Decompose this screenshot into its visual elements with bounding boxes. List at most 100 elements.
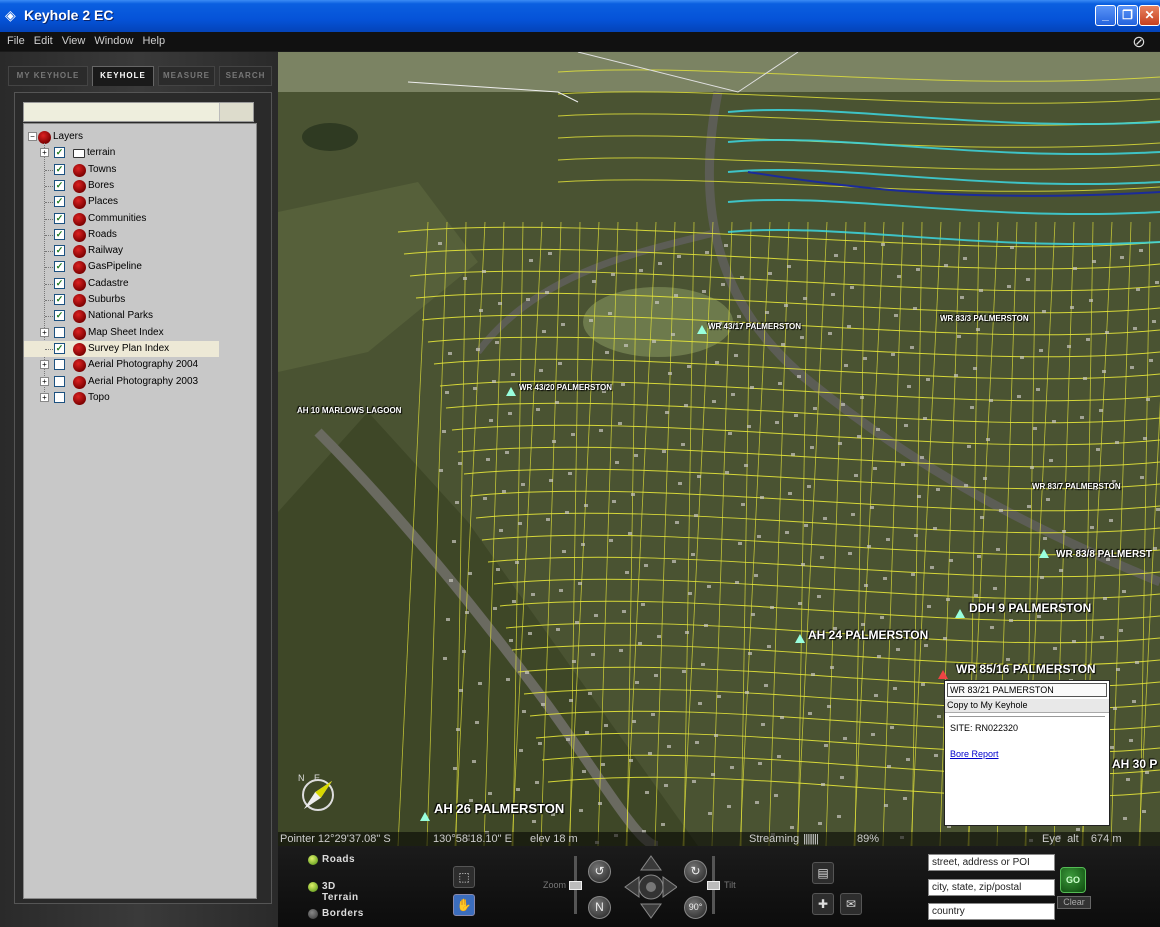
select-tool-icon[interactable]: ⬚ bbox=[453, 866, 475, 888]
layer-item-railway[interactable]: ✓ Railway bbox=[24, 243, 254, 259]
layer-item-gaspipeline[interactable]: ✓ GasPipeline bbox=[24, 259, 254, 275]
layer-item-terrain[interactable]: + ✓ terrain bbox=[24, 145, 254, 161]
bore-marker-icon[interactable] bbox=[1039, 549, 1049, 558]
layer-checkbox[interactable]: ✓ bbox=[54, 147, 65, 159]
selected-bore-marker-icon[interactable] bbox=[938, 670, 948, 679]
bore-report-link[interactable]: Bore Report bbox=[945, 733, 1109, 759]
layer-item-aerial-photography-2003[interactable]: + Aerial Photography 2003 bbox=[24, 374, 254, 390]
layer-item-communities[interactable]: ✓ Communities bbox=[24, 211, 254, 227]
layer-item-places[interactable]: ✓ Places bbox=[24, 194, 254, 210]
tab-keyhole[interactable]: KEYHOLE bbox=[92, 66, 154, 86]
map-label-ah-10[interactable]: AH 10 MARLOWS LAGOON bbox=[297, 406, 401, 415]
bore-marker-icon[interactable] bbox=[795, 634, 805, 643]
layer-checkbox[interactable] bbox=[54, 391, 65, 403]
layer-checkbox[interactable]: ✓ bbox=[54, 342, 65, 354]
restore-button[interactable]: ❐ bbox=[1117, 5, 1138, 26]
layer-item-national-parks[interactable]: ✓ National Parks bbox=[24, 308, 254, 324]
layer-checkbox[interactable]: ✓ bbox=[54, 212, 65, 224]
layer-search-button[interactable] bbox=[219, 103, 253, 121]
layer-search-input[interactable] bbox=[23, 102, 254, 122]
menu-window[interactable]: Window bbox=[89, 32, 137, 47]
address-input[interactable]: street, address or POI bbox=[928, 854, 1055, 871]
map-label-wr-43-17[interactable]: WR 43/17 PALMERSTON bbox=[708, 322, 801, 331]
building bbox=[658, 262, 662, 265]
layer-checkbox[interactable]: ✓ bbox=[54, 261, 65, 273]
rotate-right-icon[interactable]: ↻ bbox=[684, 860, 707, 883]
map-label-wr-83-7[interactable]: WR 83/7 PALMERSTON bbox=[1032, 482, 1121, 491]
city-input[interactable]: city, state, zip/postal bbox=[928, 879, 1055, 896]
layer-item-survey-plan-index[interactable]: ✓ Survey Plan Index bbox=[24, 340, 219, 357]
menu-file[interactable]: File bbox=[2, 32, 29, 47]
bore-marker-icon[interactable] bbox=[506, 387, 516, 396]
tilt-90-button[interactable]: 90° bbox=[684, 896, 707, 919]
layer-checkbox[interactable]: ✓ bbox=[54, 277, 65, 289]
expand-icon[interactable]: + bbox=[40, 392, 49, 402]
layer-item-suburbs[interactable]: ✓ Suburbs bbox=[24, 292, 254, 308]
layer-item-roads[interactable]: ✓ Roads bbox=[24, 227, 254, 243]
add-placemark-icon[interactable]: ✚ bbox=[812, 893, 834, 915]
layer-checkbox[interactable]: ✓ bbox=[54, 310, 65, 322]
expand-icon[interactable]: + bbox=[40, 376, 49, 386]
map-label-wr-83-8[interactable]: WR 83/8 PALMERST bbox=[1056, 549, 1152, 560]
building bbox=[545, 291, 549, 294]
minimize-button[interactable]: _ bbox=[1095, 5, 1116, 26]
copy-to-my-keyhole-button[interactable]: Copy to My Keyhole bbox=[945, 699, 1109, 713]
map-label-wr-83-3[interactable]: WR 83/3 PALMERSTON bbox=[940, 314, 1029, 323]
layer-checkbox[interactable] bbox=[54, 326, 65, 338]
layer-checkbox[interactable] bbox=[54, 359, 65, 371]
layer-checkbox[interactable]: ✓ bbox=[54, 245, 65, 257]
zoom-slider[interactable] bbox=[569, 856, 582, 914]
go-button[interactable]: GO bbox=[1060, 867, 1086, 893]
map-label-ah-24[interactable]: AH 24 PALMERSTON bbox=[808, 628, 928, 642]
expand-icon[interactable]: + bbox=[40, 327, 49, 337]
expand-icon[interactable]: + bbox=[40, 148, 49, 158]
layer-item-towns[interactable]: ✓ Towns bbox=[24, 162, 254, 178]
building bbox=[745, 691, 749, 694]
compass-icon[interactable]: N E bbox=[292, 769, 344, 821]
layer-item-bores[interactable]: ✓ Bores bbox=[24, 178, 254, 194]
map-view[interactable]: WR 43/17 PALMERSTON WR 83/3 PALMERSTON W… bbox=[278, 52, 1160, 846]
map-label-ah-30[interactable]: AH 30 P bbox=[1112, 757, 1157, 771]
navigation-pad[interactable] bbox=[623, 854, 677, 920]
tilt-slider-knob[interactable] bbox=[707, 881, 720, 890]
zoom-slider-knob[interactable] bbox=[569, 881, 582, 890]
menu-edit[interactable]: Edit bbox=[29, 32, 57, 47]
tilt-slider[interactable] bbox=[707, 856, 720, 914]
layer-item-topo[interactable]: + Topo bbox=[24, 390, 254, 406]
menu-help[interactable]: Help bbox=[137, 32, 169, 47]
layer-checkbox[interactable]: ✓ bbox=[54, 179, 65, 191]
reset-north-icon[interactable]: N bbox=[588, 896, 611, 919]
building bbox=[1073, 267, 1077, 270]
menu-view[interactable]: View bbox=[57, 32, 90, 47]
layer-checkbox[interactable]: ✓ bbox=[54, 163, 65, 175]
layer-item-cadastre[interactable]: ✓ Cadastre bbox=[24, 276, 254, 292]
print-icon[interactable]: ▤ bbox=[812, 862, 834, 884]
bore-marker-icon[interactable] bbox=[955, 609, 965, 618]
building bbox=[631, 493, 635, 496]
layer-checkbox[interactable]: ✓ bbox=[54, 228, 65, 240]
pan-hand-icon[interactable]: ✋ bbox=[453, 894, 475, 916]
bore-marker-icon[interactable] bbox=[697, 325, 707, 334]
clear-button[interactable]: Clear bbox=[1057, 896, 1091, 909]
map-label-wr-85-16[interactable]: WR 85/16 PALMERSTON bbox=[956, 662, 1096, 676]
country-input[interactable]: country bbox=[928, 903, 1055, 920]
email-icon[interactable]: ✉ bbox=[840, 893, 862, 915]
map-label-wr-43-20[interactable]: WR 43/20 PALMERSTON bbox=[519, 383, 612, 392]
layer-checkbox[interactable]: ✓ bbox=[54, 294, 65, 305]
layer-checkbox[interactable] bbox=[54, 375, 65, 387]
building bbox=[655, 301, 659, 304]
map-label-ah-26[interactable]: AH 26 PALMERSTON bbox=[434, 801, 564, 816]
tab-measure[interactable]: MEASURE bbox=[158, 66, 215, 86]
close-button[interactable]: ✕ bbox=[1139, 5, 1160, 26]
layer-item-aerial-photography-2004[interactable]: + Aerial Photography 2004 bbox=[24, 357, 254, 373]
rotate-left-icon[interactable]: ↺ bbox=[588, 860, 611, 883]
map-label-ddh-9[interactable]: DDH 9 PALMERSTON bbox=[969, 601, 1091, 615]
layer-item-map-sheet-index[interactable]: + Map Sheet Index bbox=[24, 325, 254, 341]
bore-marker-icon[interactable] bbox=[420, 812, 430, 821]
collapse-icon[interactable]: − bbox=[28, 132, 37, 141]
expand-icon[interactable]: + bbox=[40, 360, 49, 370]
tab-my-keyhole[interactable]: MY KEYHOLE bbox=[8, 66, 88, 86]
building bbox=[559, 589, 563, 592]
layer-checkbox[interactable]: ✓ bbox=[54, 196, 65, 208]
tab-search[interactable]: SEARCH bbox=[219, 66, 272, 86]
